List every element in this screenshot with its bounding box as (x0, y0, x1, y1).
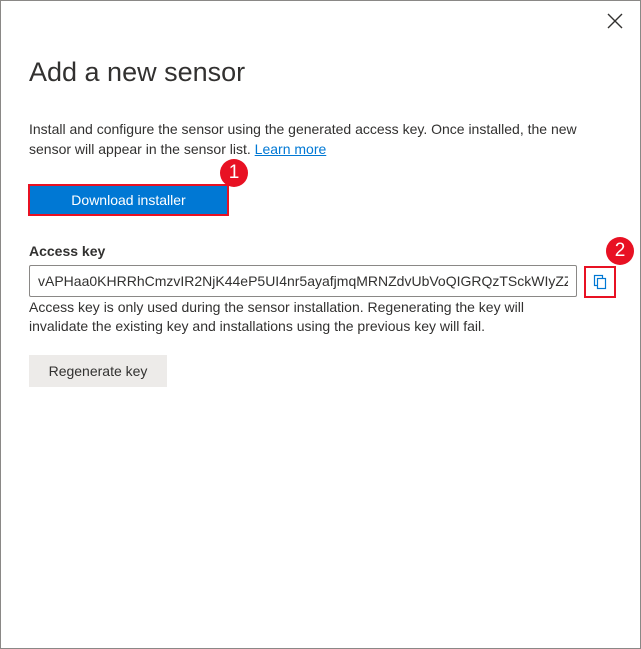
copy-icon (593, 274, 607, 290)
access-key-field[interactable] (29, 265, 577, 297)
callout-badge-2: 2 (606, 237, 634, 265)
add-sensor-panel: Add a new sensor Install and configure t… (0, 0, 641, 649)
panel-title: Add a new sensor (29, 57, 246, 87)
access-key-label: Access key (29, 243, 106, 259)
callout-badge-1: 1 (220, 159, 248, 187)
learn-more-link[interactable]: Learn more (255, 141, 327, 157)
close-button[interactable] (601, 7, 629, 35)
panel-description: Install and configure the sensor using t… (29, 119, 619, 159)
copy-access-key-button[interactable] (584, 266, 616, 298)
regenerate-key-button[interactable]: Regenerate key (29, 355, 167, 387)
download-installer-button[interactable]: Download installer (28, 184, 229, 216)
close-icon (607, 13, 623, 29)
access-key-help-text: Access key is only used during the senso… (29, 299, 524, 334)
